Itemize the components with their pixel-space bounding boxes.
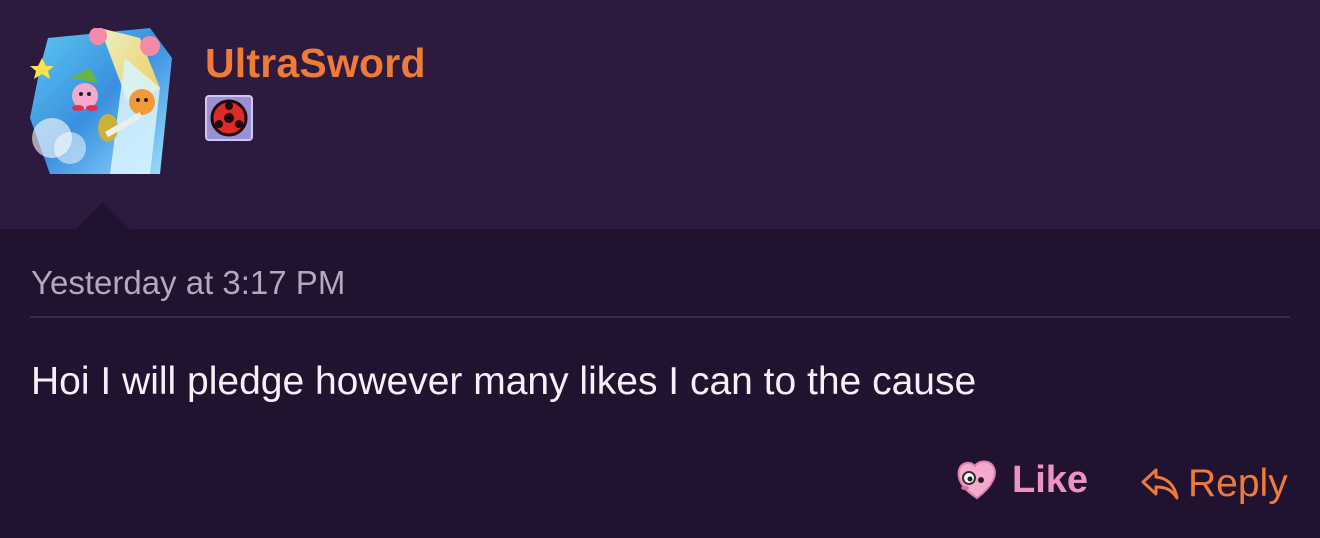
divider [30,316,1290,318]
like-button[interactable]: Like [955,458,1088,502]
post-message: Hoi I will pledge however many likes I c… [31,360,977,403]
post-author-header: UltraSword [0,0,1320,229]
user-badge[interactable] [205,95,253,141]
post-pointer-arrow [76,202,130,229]
post-body: Yesterday at 3:17 PM Hoi I will pledge h… [0,229,1320,538]
kirby-heart-icon [955,458,1000,502]
reply-button[interactable]: Reply [1140,462,1288,506]
user-avatar[interactable] [30,28,172,174]
username-link[interactable]: UltraSword [205,40,426,87]
red-sharingan-badge-icon [205,95,253,141]
kirby-artwork-avatar [30,28,172,174]
reply-label: Reply [1188,462,1288,505]
post-timestamp[interactable]: Yesterday at 3:17 PM [31,264,345,302]
like-label: Like [1012,458,1089,501]
reply-arrow-icon [1140,466,1180,502]
